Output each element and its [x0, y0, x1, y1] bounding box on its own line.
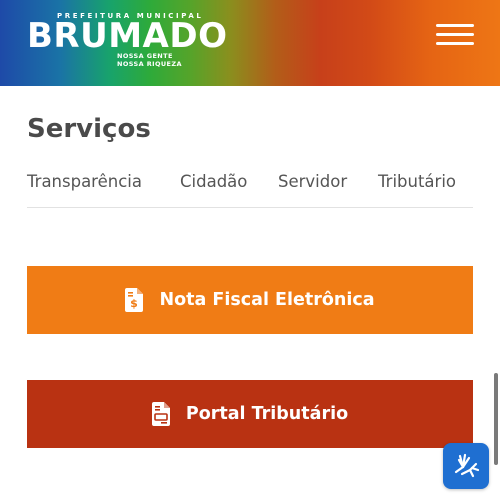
tab-transparencia[interactable]: Transparência — [27, 172, 142, 191]
section-title: Serviços — [27, 114, 151, 144]
invoice-dollar-icon: $ — [125, 288, 144, 312]
logo-tagline: NOSSA GENTE NOSSA RIQUEZA — [117, 52, 182, 68]
page-scrollbar[interactable] — [494, 373, 498, 465]
brumado-logo[interactable]: PREFEITURA MUNICIPAL BRUMADO NOSSA GENTE… — [27, 10, 227, 68]
document-icon — [151, 402, 170, 426]
portal-tributario-button[interactable]: Portal Tributário — [27, 380, 473, 448]
tab-servidor[interactable]: Servidor — [278, 172, 347, 191]
nota-fiscal-eletronica-label: Nota Fiscal Eletrônica — [159, 290, 375, 310]
svg-text:$: $ — [131, 297, 139, 310]
logo-tagline-line2: NOSSA RIQUEZA — [117, 60, 182, 68]
tab-tributario[interactable]: Tributário — [378, 172, 456, 191]
services-tabs: Transparência Cidadão Servidor Tributári… — [27, 172, 473, 208]
sign-language-icon — [454, 453, 480, 478]
site-header: PREFEITURA MUNICIPAL BRUMADO NOSSA GENTE… — [0, 0, 500, 86]
accessibility-button[interactable] — [443, 443, 489, 489]
portal-tributario-label: Portal Tributário — [185, 404, 349, 424]
nota-fiscal-eletronica-button[interactable]: $ Nota Fiscal Eletrônica — [27, 266, 473, 334]
tab-cidadao[interactable]: Cidadão — [180, 172, 247, 191]
logo-name: BRUMADO — [27, 16, 228, 56]
hamburger-menu-icon[interactable] — [436, 22, 474, 48]
logo-tagline-line1: NOSSA GENTE — [117, 52, 173, 60]
